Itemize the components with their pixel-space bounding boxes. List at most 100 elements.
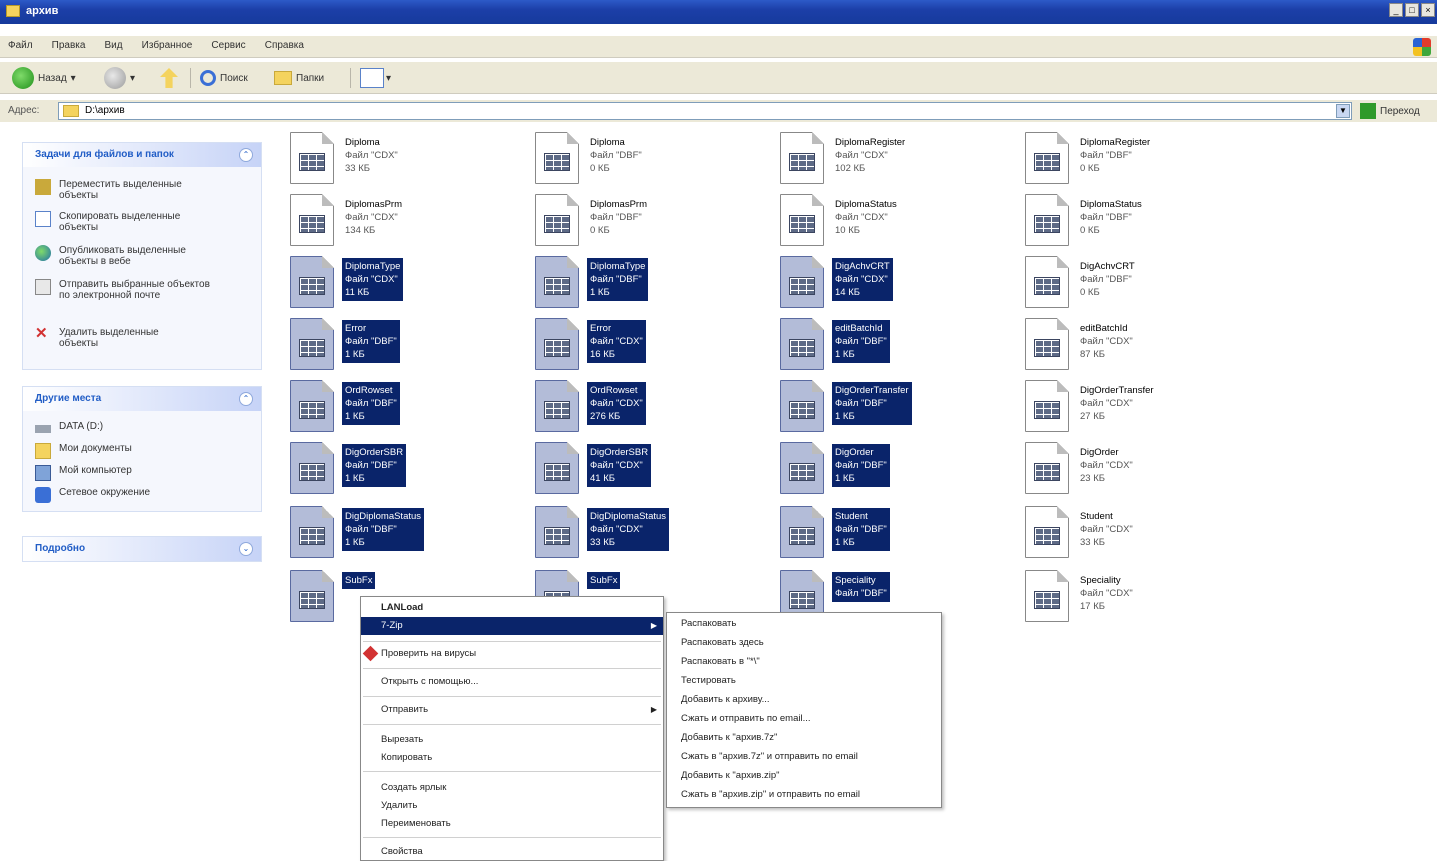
table-icon <box>299 527 325 545</box>
place-my-documents[interactable]: Мои документы <box>35 443 132 459</box>
ctx-open-with[interactable]: Открыть с помощью... <box>361 673 663 691</box>
tasks-pane-header[interactable]: Задачи для файлов и папок ⌃ <box>23 143 261 167</box>
file-document-icon <box>535 506 579 558</box>
file-item[interactable]: Error Файл "CDX" 16 КБ <box>535 318 775 376</box>
file-item[interactable]: Student Файл "DBF" 1 КБ <box>780 506 1020 564</box>
file-name: SubFx <box>590 575 618 586</box>
file-item[interactable]: Diploma Файл "CDX" 33 КБ <box>290 132 530 190</box>
table-icon <box>1034 401 1060 419</box>
toolbar: Назад ▾ ▾ Поиск Папки ▾ <box>0 62 1437 94</box>
task-copy[interactable]: Скопировать выделенные объекты <box>35 211 195 233</box>
address-dropdown-button[interactable]: ▼ <box>1336 104 1350 118</box>
zip-compress-email[interactable]: Сжать и отправить по email... <box>681 710 811 728</box>
toolbar-separator <box>190 68 191 88</box>
file-item[interactable]: OrdRowset Файл "DBF" 1 КБ <box>290 380 530 438</box>
ctx-rename[interactable]: Переименовать <box>361 815 663 833</box>
file-item[interactable]: DigDiplomaStatus Файл "DBF" 1 КБ <box>290 506 530 564</box>
task-move[interactable]: Переместить выделенные объекты <box>35 179 195 201</box>
file-item[interactable]: Diploma Файл "DBF" 0 КБ <box>535 132 775 190</box>
ctx-create-shortcut[interactable]: Создать ярлык <box>361 779 663 797</box>
zip-compress-7z-email[interactable]: Сжать в "архив.7z" и отправить по email <box>681 748 858 766</box>
file-item[interactable]: DigOrder Файл "DBF" 1 КБ <box>780 442 1020 500</box>
file-item[interactable]: DiplomaType Файл "DBF" 1 КБ <box>535 256 775 314</box>
places-pane-title: Другие места <box>35 393 102 404</box>
file-item[interactable]: DigOrderSBR Файл "DBF" 1 КБ <box>290 442 530 500</box>
file-size: 87 КБ <box>1080 349 1105 360</box>
task-publish[interactable]: Опубликовать выделенные объекты в вебе <box>35 245 205 267</box>
menu-tools[interactable]: Сервис <box>203 36 253 55</box>
place-network[interactable]: Сетевое окружение <box>35 487 150 503</box>
file-item[interactable]: DiplomasPrm Файл "CDX" 134 КБ <box>290 194 530 252</box>
ctx-lanload[interactable]: LANLoad <box>361 599 663 617</box>
zip-extract[interactable]: Распаковать <box>681 615 736 633</box>
zip-extract-here[interactable]: Распаковать здесь <box>681 634 764 652</box>
file-item[interactable]: DiplomaStatus Файл "CDX" 10 КБ <box>780 194 1020 252</box>
folders-button[interactable]: Папки <box>274 66 324 90</box>
file-item[interactable]: DigDiplomaStatus Файл "CDX" 33 КБ <box>535 506 775 564</box>
zip-add-7z[interactable]: Добавить к "архив.7z" <box>681 729 777 747</box>
file-item[interactable]: Speciality Файл "CDX" 17 КБ <box>1025 570 1265 628</box>
ctx-properties[interactable]: Свойства <box>361 843 663 861</box>
file-item[interactable]: Error Файл "DBF" 1 КБ <box>290 318 530 376</box>
ctx-send-to[interactable]: Отправить ▶ <box>361 701 663 719</box>
file-item[interactable]: DigOrderTransfer Файл "DBF" 1 КБ <box>780 380 1020 438</box>
table-icon <box>789 153 815 171</box>
zip-test[interactable]: Тестировать <box>681 672 736 690</box>
places-pane-header[interactable]: Другие места ⌃ <box>23 387 261 411</box>
ctx-cut[interactable]: Вырезать <box>361 731 663 749</box>
zip-extract-to[interactable]: Распаковать в "*\" <box>681 653 760 671</box>
folder-icon <box>63 105 79 117</box>
file-item[interactable]: DiplomaRegister Файл "DBF" 0 КБ <box>1025 132 1265 190</box>
task-delete[interactable]: ✕ Удалить выделенные объекты <box>35 326 195 349</box>
file-name: DiplomaStatus <box>835 199 897 210</box>
place-my-computer[interactable]: Мой компьютер <box>35 465 132 481</box>
up-button[interactable] <box>160 66 178 90</box>
views-button[interactable]: ▾ <box>360 66 391 90</box>
task-email[interactable]: Отправить выбранные объектов по электрон… <box>35 279 210 301</box>
zip-compress-zip-email[interactable]: Сжать в "архив.zip" и отправить по email <box>681 786 860 804</box>
file-item[interactable]: Student Файл "CDX" 33 КБ <box>1025 506 1265 564</box>
file-item[interactable]: editBatchId Файл "DBF" 1 КБ <box>780 318 1020 376</box>
back-button[interactable]: Назад ▾ <box>12 66 76 90</box>
file-item[interactable]: DigOrderSBR Файл "CDX" 41 КБ <box>535 442 775 500</box>
zip-add-to-archive[interactable]: Добавить к архиву... <box>681 691 770 709</box>
maximize-button[interactable]: □ <box>1405 3 1419 17</box>
menu-view[interactable]: Вид <box>97 36 131 55</box>
menu-file[interactable]: Файл <box>0 36 41 55</box>
file-item[interactable]: DiplomasPrm Файл "DBF" 0 КБ <box>535 194 775 252</box>
file-item[interactable]: DigAchvCRT Файл "CDX" 14 КБ <box>780 256 1020 314</box>
address-input[interactable]: D:\архив <box>58 102 1352 120</box>
task-label: Удалить выделенные объекты <box>59 327 159 349</box>
collapse-icon[interactable]: ⌃ <box>239 392 253 406</box>
ctx-7zip[interactable]: 7-Zip ▶ <box>361 617 663 635</box>
file-meta: Diploma Файл "DBF" 0 КБ <box>587 134 645 177</box>
collapse-icon[interactable]: ⌃ <box>239 148 253 162</box>
file-item[interactable]: OrdRowset Файл "CDX" 276 КБ <box>535 380 775 438</box>
details-pane-header[interactable]: Подробно ⌄ <box>23 537 261 561</box>
search-button[interactable]: Поиск <box>200 66 248 90</box>
menu-edit[interactable]: Правка <box>44 36 94 55</box>
menu-help[interactable]: Справка <box>257 36 312 55</box>
file-item[interactable]: DigAchvCRT Файл "DBF" 0 КБ <box>1025 256 1265 314</box>
ctx-delete[interactable]: Удалить <box>361 797 663 815</box>
file-document-icon <box>290 570 334 622</box>
file-item[interactable]: DiplomaRegister Файл "CDX" 102 КБ <box>780 132 1020 190</box>
file-item[interactable]: editBatchId Файл "CDX" 87 КБ <box>1025 318 1265 376</box>
copy-icon <box>35 211 51 227</box>
file-item[interactable]: DigOrder Файл "CDX" 23 КБ <box>1025 442 1265 500</box>
place-data-drive[interactable]: DATA (D:) <box>35 421 103 433</box>
menu-favorites[interactable]: Избранное <box>134 36 201 55</box>
minimize-button[interactable]: _ <box>1389 3 1403 17</box>
file-name: DiplomasPrm <box>590 199 648 210</box>
forward-button[interactable]: ▾ <box>104 66 135 90</box>
file-type: Файл "DBF" <box>835 398 887 409</box>
ctx-antivirus[interactable]: Проверить на вирусы <box>361 645 663 663</box>
file-item[interactable]: DiplomaStatus Файл "DBF" 0 КБ <box>1025 194 1265 252</box>
expand-icon[interactable]: ⌄ <box>239 542 253 556</box>
zip-add-zip[interactable]: Добавить к "архив.zip" <box>681 767 780 785</box>
file-item[interactable]: DiplomaType Файл "CDX" 11 КБ <box>290 256 530 314</box>
file-item[interactable]: DigOrderTransfer Файл "CDX" 27 КБ <box>1025 380 1265 438</box>
go-button[interactable]: Переход <box>1360 103 1420 119</box>
ctx-copy[interactable]: Копировать <box>361 749 663 767</box>
close-button[interactable]: × <box>1421 3 1435 17</box>
